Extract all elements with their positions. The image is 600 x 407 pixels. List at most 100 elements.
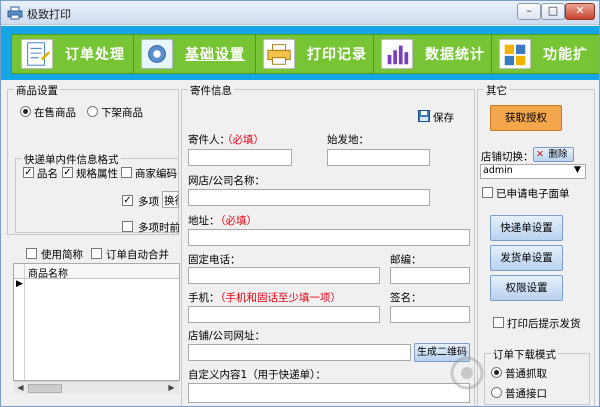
toolbar-divider (373, 34, 374, 74)
signature-label: 签名： (390, 292, 422, 304)
ship-sheet-settings-button[interactable]: 发货单设置 (490, 245, 563, 271)
merchant-code-checkbox[interactable] (121, 167, 132, 178)
merchant-code-label: 商家编码 (135, 168, 177, 180)
short-name-checkbox[interactable] (26, 248, 37, 259)
multi-item-label: 多项 (138, 196, 159, 208)
normal-api-label: 普通接口 (505, 388, 547, 400)
toolbar-print-record-label: 打印记录 (307, 47, 367, 63)
toolbar-print-record-button[interactable]: 打印记录 (257, 34, 373, 74)
save-link[interactable]: 保存 (433, 110, 454, 125)
product-grid-header: 商品名称 (14, 264, 179, 280)
scroll-left-icon[interactable]: ◀ (15, 383, 26, 393)
toolbar-order-button[interactable]: 订单处理 (15, 34, 133, 74)
stats-chart-icon (381, 39, 413, 69)
product-grid[interactable]: 商品名称 ▶ (13, 263, 180, 381)
delete-icon: ✕ (536, 149, 544, 160)
shop-url-label: 店铺/公司网址： (188, 330, 266, 342)
dropdown-arrow-icon[interactable]: ▼ (574, 165, 581, 175)
generate-qr-button[interactable]: 生成二维码 (414, 343, 470, 362)
grid-row-header-divider (24, 264, 25, 380)
toolbar-divider (491, 34, 492, 74)
product-name-label: 品名 (37, 168, 58, 180)
permission-settings-button[interactable]: 权限设置 (490, 275, 563, 301)
multi-item-prefix-checkbox[interactable] (122, 221, 133, 232)
toolbar-basic-settings-button[interactable]: 基础设置 (135, 34, 255, 74)
address-required: （必填） (215, 215, 257, 227)
auto-merge-checkbox[interactable] (91, 248, 102, 259)
app-window: 极致打印 – □ ✕ 订单处理 基础设置 打印记录 数据统计 功能扩 商品设置 … (0, 0, 600, 407)
scroll-thumb[interactable] (28, 384, 62, 393)
sender-info-title: 寄件信息 (188, 83, 234, 98)
sender-name-required: （必填） (222, 134, 264, 146)
short-name-label: 使用简称 (41, 249, 83, 261)
normal-fetch-label: 普通抓取 (505, 368, 547, 380)
save-icon[interactable] (418, 110, 430, 122)
close-button[interactable]: ✕ (565, 3, 595, 20)
address-input[interactable] (188, 229, 470, 246)
toolbar-order-label: 订单处理 (65, 47, 125, 63)
on-sale-label: 在售商品 (34, 107, 76, 119)
phone-input[interactable] (188, 267, 380, 284)
toolbar-extension-button[interactable]: 功能扩 (493, 34, 599, 74)
get-license-button[interactable]: 获取授权 (490, 105, 562, 131)
toolbar-extension-label: 功能扩 (543, 47, 588, 63)
auto-merge-label: 订单自动合并 (106, 249, 169, 261)
mobile-input[interactable] (188, 306, 380, 323)
delete-shop-button[interactable]: ✕ 删除 (533, 147, 574, 162)
sender-name-input[interactable] (188, 149, 292, 166)
spec-attr-checkbox[interactable]: ✓ (62, 167, 73, 178)
phone-label: 固定电话： (188, 254, 241, 266)
shop-switch-label: 店铺切换： (481, 151, 534, 163)
origin-label: 始发地： (327, 134, 369, 146)
zip-input[interactable] (390, 267, 470, 284)
print-prompt-checkbox[interactable] (493, 317, 504, 328)
express-format-title: 快递单内件信息格式 (22, 152, 121, 167)
product-name-column-header[interactable]: 商品名称 (28, 265, 68, 280)
shop-name-label: 网店/公司名称： (188, 175, 266, 187)
off-sale-radio[interactable] (87, 106, 98, 117)
origin-input[interactable] (327, 149, 430, 166)
normal-api-radio[interactable] (491, 387, 502, 398)
print-prompt-label: 打印后提示发货 (507, 318, 581, 330)
express-sheet-settings-button[interactable]: 快递单设置 (490, 215, 563, 241)
product-settings-title: 商品设置 (14, 83, 60, 98)
multi-item-checkbox[interactable]: ✓ (122, 195, 133, 206)
download-mode-title: 订单下载模式 (491, 347, 558, 362)
normal-fetch-radio[interactable] (491, 367, 502, 378)
main-toolbar: 订单处理 基础设置 打印记录 数据统计 功能扩 (1, 26, 599, 80)
custom-content-input[interactable] (188, 383, 470, 403)
product-grid-horizontal-scrollbar[interactable]: ◀ ▶ (14, 381, 179, 394)
row-pointer-icon: ▶ (16, 279, 23, 289)
shop-url-input[interactable] (188, 344, 411, 361)
other-title: 其它 (484, 83, 509, 98)
maximize-button[interactable]: □ (541, 3, 565, 20)
toolbar-divider (133, 34, 134, 74)
multi-item-separator-select[interactable]: 换行 (162, 191, 179, 208)
toolbar-divider (255, 34, 256, 74)
on-sale-radio[interactable] (20, 106, 31, 117)
product-name-checkbox[interactable]: ✓ (23, 167, 34, 178)
e-waybill-checkbox[interactable] (482, 187, 493, 198)
minimize-button[interactable]: – (517, 3, 541, 20)
zip-label: 邮编： (390, 254, 422, 266)
toolbar-basic-settings-label: 基础设置 (185, 47, 245, 63)
shop-name-input[interactable] (188, 189, 430, 206)
title-bar: 极致打印 – □ ✕ (1, 1, 599, 25)
shop-select[interactable]: admin ▼ (480, 164, 586, 179)
scroll-right-icon[interactable]: ▶ (166, 383, 177, 393)
mobile-hint: （手机和固话至少填一项） (215, 292, 341, 304)
e-waybill-label: 已申请电子面单 (496, 188, 570, 200)
custom-content-label: 自定义内容1（用于快递单）： (188, 369, 326, 381)
multi-item-prefix-label: 多项时前 (138, 222, 180, 234)
print-record-icon (263, 39, 295, 69)
order-icon (21, 39, 53, 69)
printer-app-icon (7, 6, 23, 20)
window-title: 极致打印 (27, 8, 71, 21)
signature-input[interactable] (390, 306, 470, 323)
off-sale-label: 下架商品 (101, 107, 143, 119)
spec-attr-label: 规格属性 (76, 168, 118, 180)
delete-shop-label: 删除 (548, 149, 568, 160)
toolbar-stats-button[interactable]: 数据统计 (375, 34, 491, 74)
toolbar-stats-label: 数据统计 (425, 47, 485, 63)
gear-icon (141, 39, 173, 69)
